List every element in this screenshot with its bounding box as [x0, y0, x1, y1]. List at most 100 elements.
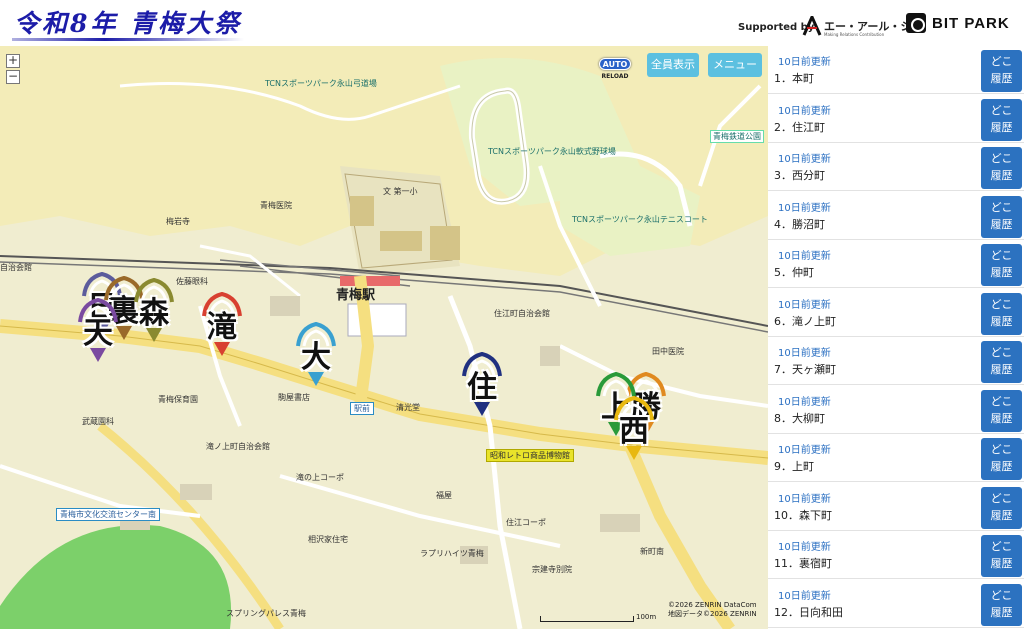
app-header: 令和8年 青梅大祭 Supported by エー・アール・シー Making … — [0, 0, 1024, 46]
reload-label: RELOAD — [601, 73, 629, 80]
map-label-tanakaiin: 田中医院 — [652, 347, 684, 356]
town-name[interactable]: 11．裏宿町 — [774, 555, 832, 571]
sponsor-arc-logo[interactable]: エー・アール・シー Making Relations Contribution — [802, 13, 922, 38]
location-history-button[interactable]: どこ 履歴 — [981, 583, 1022, 626]
location-history-button[interactable]: どこ 履歴 — [981, 438, 1022, 480]
show-all-button[interactable]: 全員表示 — [647, 53, 699, 77]
map-label-sumie: 住江コーポ — [506, 518, 546, 527]
location-history-button[interactable]: どこ 履歴 — [981, 389, 1022, 432]
map-label-baseball: TCNスポーツパーク永山軟式野球場 — [488, 147, 616, 156]
list-item[interactable]: 10日前更新 3．西分町 どこ 履歴 — [768, 143, 1024, 191]
float-pointer-icon — [90, 348, 106, 362]
float-kanji: 西 — [619, 414, 649, 449]
map-label-fuku: 福屋 — [436, 491, 452, 500]
map-label-station: 青梅駅 — [336, 288, 376, 303]
update-time: 10日前更新 — [778, 299, 831, 311]
location-history-button[interactable]: どこ 履歴 — [981, 195, 1022, 238]
float-marker[interactable]: 住 — [458, 352, 506, 456]
update-time: 10日前更新 — [778, 590, 831, 602]
map-label-hospital: 青梅医院 — [260, 201, 292, 210]
map-label-jichikan3: 自治会館 — [0, 263, 32, 272]
sponsor-arc-tagline: Making Relations Contribution — [824, 32, 885, 37]
list-item[interactable]: 10日前更新 7．天ヶ瀬町 どこ 履歴 — [768, 337, 1024, 385]
update-time: 10日前更新 — [778, 105, 831, 117]
float-kanji: 天 — [83, 316, 113, 351]
list-item[interactable]: 10日前更新 9．上町 どこ 履歴 — [768, 434, 1024, 482]
list-item[interactable]: 10日前更新 10．森下町 どこ 履歴 — [768, 483, 1024, 531]
update-time: 10日前更新 — [778, 251, 831, 262]
town-name[interactable]: 8．大柳町 — [774, 410, 825, 426]
map-label-mushoen: 武蔵園科 — [82, 417, 114, 426]
map-label-sakura: 佐藤眼科 — [176, 277, 208, 286]
list-item[interactable]: 10日前更新 4．勝沼町 どこ 履歴 — [768, 192, 1024, 240]
float-marker[interactable]: 西 — [610, 396, 658, 500]
town-name[interactable]: 9．上町 — [774, 458, 814, 474]
map-label-school: 文 第一小 — [383, 187, 418, 196]
update-time: 10日前更新 — [778, 493, 831, 505]
float-marker[interactable]: 大 — [292, 322, 340, 426]
auto-reload-button[interactable]: AUTO RELOAD — [597, 58, 633, 88]
update-time: 10日前更新 — [778, 396, 831, 408]
zoom-in-button[interactable]: + — [6, 54, 20, 68]
arc-logo-icon — [802, 13, 822, 36]
map-label-hoikuen: 青梅保育園 — [158, 395, 198, 404]
map-view[interactable]: + − AUTO RELOAD 全員表示 メニュー TCNスポーツパーク永山弓道… — [0, 46, 768, 629]
town-name[interactable]: 2．住江町 — [774, 119, 825, 135]
map-label-taki: 滝の上コーポ — [296, 473, 344, 482]
location-history-button[interactable]: どこ 履歴 — [981, 535, 1022, 577]
float-pointer-icon — [146, 328, 162, 342]
map-label-archery: TCNスポーツパーク永山弓道場 — [265, 79, 377, 88]
list-item[interactable]: 10日前更新 5．仲町 どこ 履歴 — [768, 240, 1024, 288]
location-history-button[interactable]: どこ 履歴 — [981, 486, 1022, 529]
auto-label: AUTO — [599, 58, 631, 70]
festival-title: 令和8年 青梅大祭 — [14, 9, 243, 38]
map-label-sokenji: 宗建寺別院 — [532, 565, 572, 574]
location-history-button[interactable]: どこ 履歴 — [981, 147, 1022, 189]
list-item[interactable]: 10日前更新 11．裏宿町 どこ 履歴 — [768, 531, 1024, 579]
update-time: 10日前更新 — [778, 348, 831, 359]
map-label-railpark: 青梅鉄道公園 — [710, 130, 764, 143]
float-list-sidebar[interactable]: 10日前更新 1．本町 どこ 履歴 10日前更新 2．住江町 どこ 履歴 10日前更新 3．西分町… — [768, 46, 1024, 629]
list-item[interactable]: 10日前更新 12．日向和田 どこ 履歴 — [768, 580, 1024, 628]
location-history-button[interactable]: どこ 履歴 — [981, 244, 1022, 286]
location-history-button[interactable]: どこ 履歴 — [981, 50, 1022, 92]
town-name[interactable]: 4．勝沼町 — [774, 216, 825, 232]
float-marker[interactable]: 天 — [74, 298, 122, 402]
location-history-button[interactable]: どこ 履歴 — [981, 292, 1022, 335]
list-item[interactable]: 10日前更新 1．本町 どこ 履歴 — [768, 46, 1024, 94]
float-kanji: 森 — [139, 296, 169, 331]
location-history-button[interactable]: どこ 履歴 — [981, 98, 1022, 141]
scale-bar — [540, 616, 634, 622]
map-label-kiyomizu: 清光堂 — [396, 403, 420, 412]
scale-label: 100m — [636, 613, 657, 621]
town-name[interactable]: 6．滝ノ上町 — [774, 313, 836, 329]
float-pointer-icon — [308, 372, 324, 386]
update-time: 10日前更新 — [778, 542, 831, 553]
map-label-jichikai: 住江町自治会館 — [494, 309, 550, 318]
location-history-button[interactable]: どこ 履歴 — [981, 341, 1022, 383]
map-label-rapuri: ラプリハイツ青梅 — [420, 549, 484, 558]
map-label-shinmachi: 新町南 — [640, 547, 664, 556]
town-name[interactable]: 1．本町 — [774, 70, 814, 86]
town-name[interactable]: 5．仲町 — [774, 264, 814, 280]
copyright-line1: ©2026 ZENRIN DataCom — [668, 601, 757, 609]
list-item[interactable]: 10日前更新 2．住江町 どこ 履歴 — [768, 95, 1024, 143]
update-time: 10日前更新 — [778, 57, 831, 68]
sponsor-bitpark-logo[interactable]: BIT PARK — [906, 13, 1010, 33]
town-name[interactable]: 7．天ヶ瀬町 — [774, 361, 836, 377]
map-label-ekimae: 駅前 — [350, 402, 374, 415]
list-item[interactable]: 10日前更新 6．滝ノ上町 どこ 履歴 — [768, 289, 1024, 337]
float-marker[interactable]: 森 — [130, 278, 178, 382]
bitpark-logo-icon — [906, 13, 926, 33]
zoom-out-button[interactable]: − — [6, 70, 20, 84]
menu-button[interactable]: メニュー — [708, 53, 762, 77]
map-label-jichikai2: 滝ノ上町自治会館 — [206, 442, 270, 451]
float-pointer-icon — [626, 446, 642, 460]
float-marker[interactable]: 滝 — [198, 292, 246, 396]
list-item[interactable]: 10日前更新 8．大柳町 どこ 履歴 — [768, 386, 1024, 434]
town-name[interactable]: 3．西分町 — [774, 167, 825, 183]
town-name[interactable]: 12．日向和田 — [774, 604, 843, 620]
town-name[interactable]: 10．森下町 — [774, 507, 832, 523]
update-time: 10日前更新 — [778, 445, 831, 456]
float-pointer-icon — [474, 402, 490, 416]
